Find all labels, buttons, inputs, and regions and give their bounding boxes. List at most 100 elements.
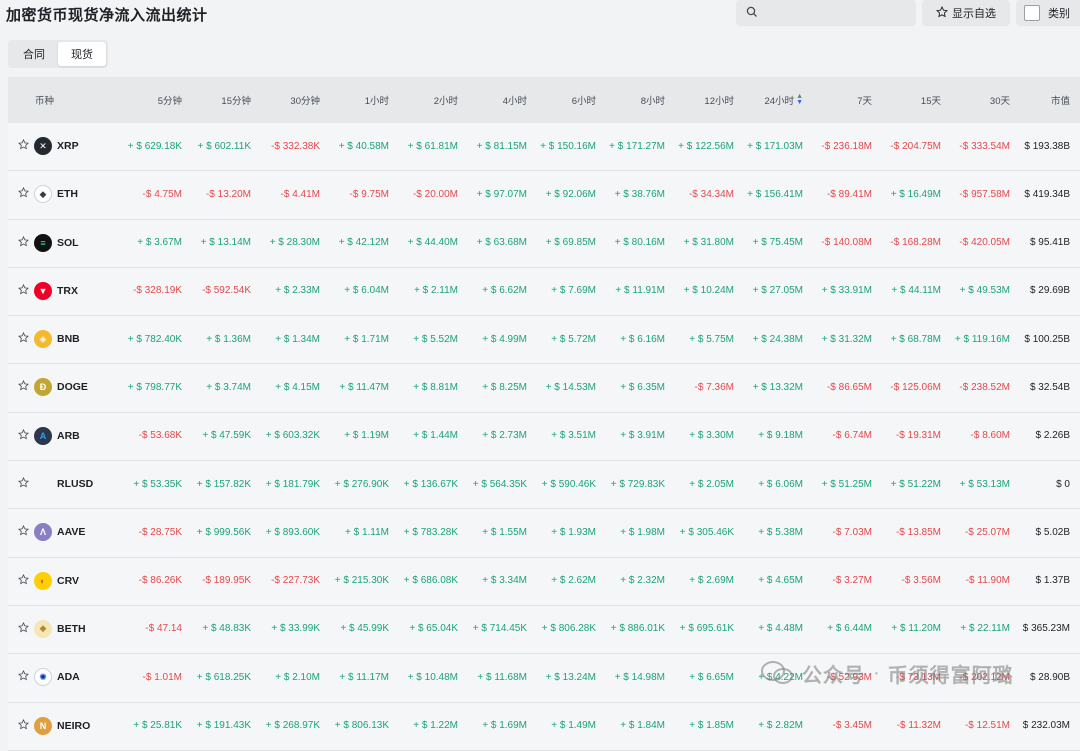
flow-value: + $ 181.79K bbox=[265, 478, 320, 490]
coin-symbol[interactable]: BETH bbox=[57, 606, 86, 652]
flow-value: + $ 16.49M bbox=[890, 188, 941, 200]
favorite-star-icon[interactable] bbox=[17, 138, 30, 153]
favorite-star-icon[interactable] bbox=[17, 428, 30, 443]
coin-symbol[interactable]: TRX bbox=[57, 268, 78, 314]
coin-symbol[interactable]: XRP bbox=[57, 123, 79, 169]
col-coin[interactable]: 币种 bbox=[35, 77, 54, 123]
market-cap-value: $ 419.34B bbox=[1024, 188, 1070, 200]
col-15m[interactable]: 15分钟 bbox=[221, 77, 251, 123]
flow-value: -$ 4.41M bbox=[280, 188, 320, 200]
flow-value: + $ 3.74M bbox=[206, 381, 251, 393]
flow-value: + $ 97.07M bbox=[476, 188, 527, 200]
tab-spot[interactable]: 现货 bbox=[58, 42, 106, 66]
col-1h[interactable]: 1小时 bbox=[365, 77, 389, 123]
table-row[interactable]: ≡ SOL + $ 3.67M + $ 13.14M + $ 28.30M + $ 42.… bbox=[8, 219, 1080, 268]
flow-value: + $ 11.47M bbox=[339, 381, 389, 393]
flow-value: + $ 53.13M bbox=[959, 478, 1010, 490]
coin-symbol[interactable]: DOGE bbox=[57, 364, 88, 410]
flow-value: + $ 61.81M bbox=[407, 140, 458, 152]
flow-value: + $ 782.40K bbox=[127, 333, 182, 345]
search-input[interactable] bbox=[736, 0, 916, 26]
favorite-star-icon[interactable] bbox=[17, 477, 30, 491]
favorite-star-icon[interactable] bbox=[17, 525, 30, 539]
favorite-star-icon[interactable] bbox=[17, 380, 30, 394]
col-30d[interactable]: 30天 bbox=[990, 77, 1010, 123]
flow-value: -$ 47.14 bbox=[145, 623, 182, 635]
crv-icon: ◐ bbox=[34, 571, 52, 590]
flow-value: + $ 65.04K bbox=[409, 623, 458, 635]
market-cap-value: $ 365.23M bbox=[1022, 623, 1070, 635]
xrp-icon: ✕ bbox=[34, 137, 52, 155]
category-filter[interactable]: 类别 bbox=[1016, 0, 1080, 26]
flow-value: -$ 7.36M bbox=[694, 381, 734, 393]
table-row[interactable]: Λ AAVE -$ 28.75K + $ 999.56K + $ 893.60K + $ … bbox=[8, 509, 1080, 558]
neiro-icon: N bbox=[34, 716, 52, 735]
flow-value: -$ 25.07M bbox=[964, 526, 1010, 538]
market-cap-value: $ 29.69B bbox=[1029, 285, 1070, 297]
flow-value: + $ 729.83K bbox=[610, 478, 665, 490]
show-favorites-button[interactable]: 显示自选 bbox=[922, 0, 1010, 26]
col-market-cap[interactable]: 市值 bbox=[1051, 77, 1070, 123]
favorite-star-icon[interactable] bbox=[17, 670, 30, 684]
col-30m[interactable]: 30分钟 bbox=[290, 77, 320, 123]
flow-value: + $ 6.35M bbox=[620, 381, 665, 393]
flow-value: + $ 33.91M bbox=[821, 285, 872, 297]
table-row[interactable]: A ARB -$ 53.68K + $ 47.59K + $ 603.32K + $ 1.… bbox=[8, 412, 1080, 462]
favorite-star-icon[interactable] bbox=[17, 283, 30, 298]
favorite-star-icon[interactable] bbox=[17, 621, 30, 636]
col-4h[interactable]: 4小时 bbox=[503, 77, 527, 123]
col-15d[interactable]: 15天 bbox=[921, 77, 941, 123]
coin-symbol[interactable]: BNB bbox=[57, 316, 80, 362]
coin-symbol[interactable]: RLUSD bbox=[57, 461, 93, 507]
table-row[interactable]: ✕ XRP + $ 629.18K + $ 602.11K -$ 332.38K + $ … bbox=[8, 123, 1080, 172]
col-24h[interactable]: 24小时 ▲ ▼ bbox=[764, 77, 803, 123]
favorite-star-icon[interactable] bbox=[17, 718, 30, 733]
coin-symbol[interactable]: AAVE bbox=[57, 509, 85, 555]
col-12h[interactable]: 12小时 bbox=[704, 77, 734, 123]
flow-value: + $ 1.22M bbox=[413, 720, 458, 732]
coin-symbol[interactable]: ARB bbox=[57, 413, 80, 459]
table-row[interactable]: ▼ TRX -$ 328.19K -$ 592.54K + $ 2.33M + $ 6.0… bbox=[8, 267, 1080, 317]
col-7d[interactable]: 7天 bbox=[857, 77, 872, 123]
flow-value: + $ 6.16M bbox=[620, 333, 665, 345]
category-label: 类别 bbox=[1048, 8, 1070, 20]
table-row[interactable]: RLUSD + $ 53.35K + $ 157.82K + $ 181.79K + $… bbox=[8, 461, 1080, 510]
favorite-star-icon[interactable] bbox=[17, 235, 30, 250]
tab-contract[interactable]: 合同 bbox=[10, 42, 58, 66]
table-row[interactable]: Ð DOGE + $ 798.77K + $ 3.74M + $ 4.15M + $ 11… bbox=[8, 364, 1080, 413]
flow-value: + $ 92.06M bbox=[545, 188, 596, 200]
col-5m[interactable]: 5分钟 bbox=[158, 77, 182, 123]
table-row[interactable]: ◆ BETH -$ 47.14 + $ 48.83K + $ 33.99K + $ 45.… bbox=[8, 605, 1080, 655]
table-row[interactable]: ◆ ETH -$ 4.75M -$ 13.20M -$ 4.41M -$ 9.75M -$ … bbox=[8, 171, 1080, 220]
coin-symbol[interactable]: NEIRO bbox=[57, 703, 90, 749]
table-row[interactable]: ◈ BNB + $ 782.40K + $ 1.36M + $ 1.34M + $ 1.7… bbox=[8, 316, 1080, 365]
flow-value: -$ 12.51M bbox=[964, 720, 1010, 732]
sort-icon: ▲ ▼ bbox=[796, 93, 803, 106]
flow-value: + $ 2.11M bbox=[413, 285, 458, 297]
table-row[interactable]: N NEIRO + $ 25.81K + $ 191.43K + $ 268.97K + … bbox=[8, 702, 1080, 751]
coin-symbol[interactable]: ADA bbox=[57, 654, 80, 700]
col-8h[interactable]: 8小时 bbox=[641, 77, 665, 123]
favorite-star-icon[interactable] bbox=[17, 187, 30, 201]
favorite-star-icon[interactable] bbox=[17, 573, 30, 588]
flow-value: + $ 1.44M bbox=[413, 430, 458, 442]
favorite-star-icon[interactable] bbox=[17, 332, 30, 346]
table-row[interactable]: ◐ CRV -$ 86.26K -$ 189.95K -$ 227.73K + $ 215… bbox=[8, 557, 1080, 606]
flow-value: + $ 6.06M bbox=[758, 478, 803, 490]
flow-value: -$ 592.54K bbox=[202, 285, 251, 297]
flow-value: + $ 33.99K bbox=[271, 623, 320, 635]
flow-value: + $ 81.15M bbox=[476, 140, 527, 152]
col-6h[interactable]: 6小时 bbox=[572, 77, 596, 123]
table-body: ✕ XRP + $ 629.18K + $ 602.11K -$ 332.38K + $ … bbox=[8, 123, 1080, 751]
coin-symbol[interactable]: SOL bbox=[57, 220, 79, 266]
col-2h[interactable]: 2小时 bbox=[434, 77, 458, 123]
flow-value: + $ 53.35K bbox=[133, 478, 182, 490]
flow-value: + $ 2.33M bbox=[275, 285, 320, 297]
flow-value: + $ 2.82M bbox=[758, 720, 803, 732]
table-row[interactable]: ✺ ADA -$ 1.01M + $ 618.25K + $ 2.10M + $ 11.1… bbox=[8, 654, 1080, 703]
show-favorites-label: 显示自选 bbox=[952, 8, 996, 20]
coin-symbol[interactable]: CRV bbox=[57, 558, 79, 604]
flow-value: + $ 68.78M bbox=[890, 333, 941, 345]
category-checkbox[interactable] bbox=[1024, 5, 1040, 21]
coin-symbol[interactable]: ETH bbox=[57, 171, 78, 217]
